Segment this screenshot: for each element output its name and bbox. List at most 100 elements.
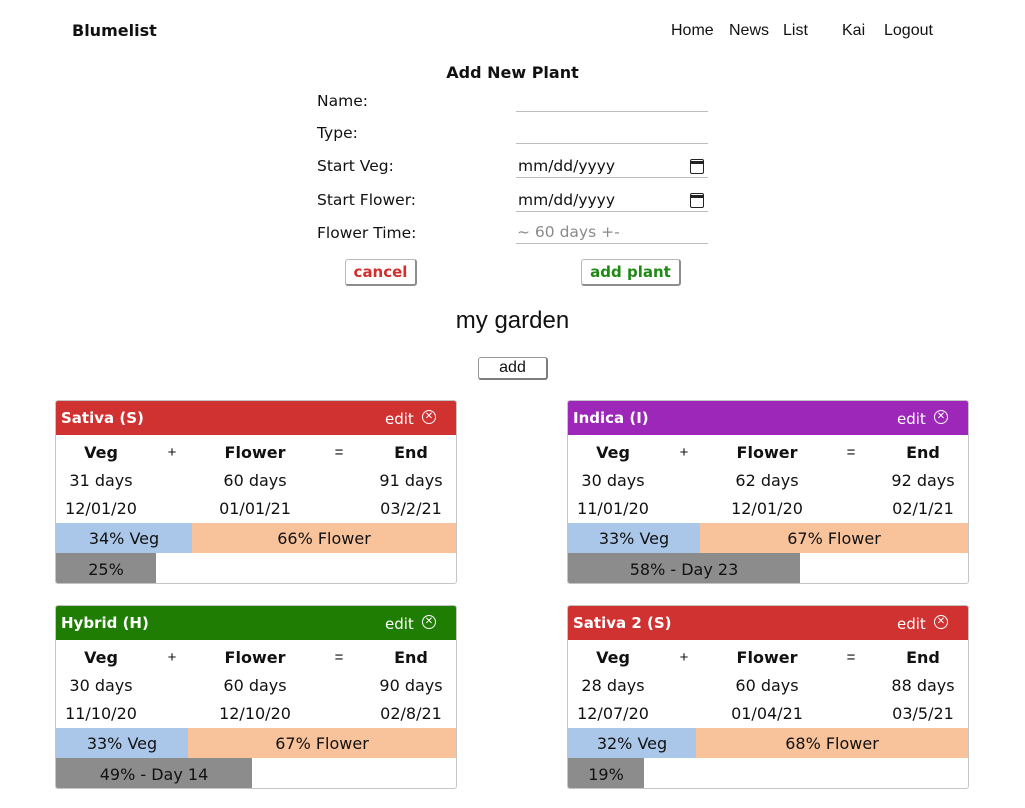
plant-name: Sativa 2 (S) <box>573 614 672 632</box>
veg-header: Veg <box>84 648 118 667</box>
end-date: 02/1/21 <box>892 499 954 518</box>
flower-percent-label: 66% Flower <box>277 529 371 548</box>
edit-link[interactable]: edit <box>385 410 414 428</box>
phase-bar: 32% Veg 68% Flower <box>568 728 968 758</box>
name-label: Name: <box>317 92 368 110</box>
close-circle-icon[interactable]: ✕ <box>422 410 436 424</box>
calendar-icon[interactable] <box>690 159 704 174</box>
plant-name: Sativa (S) <box>61 409 144 427</box>
plus-sign: + <box>679 444 689 461</box>
veg-start-date: 12/07/20 <box>577 704 649 723</box>
cancel-button[interactable]: cancel <box>345 259 417 286</box>
end-header: End <box>906 648 940 667</box>
veg-header: Veg <box>596 443 630 462</box>
flower-time-label: Flower Time: <box>317 224 417 242</box>
type-input[interactable] <box>516 122 708 144</box>
veg-percent-label: 34% Veg <box>88 529 160 548</box>
start-veg-date-value: mm/dd/yyyy <box>518 157 616 175</box>
edit-link[interactable]: edit <box>897 410 926 428</box>
progress-label: 49% - Day 14 <box>99 765 209 784</box>
progress-label: 25% <box>88 560 124 579</box>
progress-label: 19% <box>588 765 624 784</box>
plant-card: Sativa 2 (S) edit ✕ Veg + Flower = End 2… <box>567 605 969 789</box>
equals-sign: = <box>334 444 344 461</box>
nav-list-link[interactable]: List <box>783 22 808 40</box>
plus-sign: + <box>679 649 689 666</box>
start-veg-date-input[interactable]: mm/dd/yyyy <box>516 156 708 178</box>
flower-start-date: 12/01/20 <box>731 499 803 518</box>
veg-percent-label: 33% Veg <box>86 734 158 753</box>
garden-title: my garden <box>455 307 570 334</box>
plant-card-header: Hybrid (H) edit ✕ <box>56 606 456 640</box>
plus-sign: + <box>167 444 177 461</box>
edit-link[interactable]: edit <box>385 615 414 633</box>
veg-start-date: 11/10/20 <box>65 704 137 723</box>
close-circle-icon[interactable]: ✕ <box>422 615 436 629</box>
start-flower-label: Start Flower: <box>317 191 417 209</box>
veg-days: 31 days <box>69 471 133 490</box>
form-title: Add New Plant <box>446 63 579 82</box>
veg-header: Veg <box>84 443 118 462</box>
end-date: 03/5/21 <box>892 704 954 723</box>
veg-days: 30 days <box>581 471 645 490</box>
veg-percent-label: 32% Veg <box>596 734 668 753</box>
nav-user-link[interactable]: Kai <box>842 22 865 40</box>
flower-percent-label: 67% Flower <box>787 529 881 548</box>
flower-days: 60 days <box>223 676 287 695</box>
plant-card: Sativa (S) edit ✕ Veg + Flower = End 31 … <box>55 400 457 584</box>
progress-bar: 19% <box>568 758 968 788</box>
end-days: 92 days <box>891 471 955 490</box>
veg-start-date: 11/01/20 <box>577 499 649 518</box>
flower-percent-label: 67% Flower <box>275 734 369 753</box>
plant-card: Indica (I) edit ✕ Veg + Flower = End 30 … <box>567 400 969 584</box>
flower-percent-label: 68% Flower <box>785 734 879 753</box>
veg-start-date: 12/01/20 <box>65 499 137 518</box>
add-plant-button[interactable]: add plant <box>581 259 681 286</box>
flower-header: Flower <box>736 648 798 667</box>
nav-home-link[interactable]: Home <box>671 22 714 40</box>
flower-days: 60 days <box>735 676 799 695</box>
progress-bar: 25% <box>56 553 456 583</box>
close-circle-icon[interactable]: ✕ <box>934 410 948 424</box>
phase-bar: 33% Veg 67% Flower <box>56 728 456 758</box>
nav-logout-link[interactable]: Logout <box>884 22 933 40</box>
flower-days: 60 days <box>223 471 287 490</box>
plant-name: Indica (I) <box>573 409 649 427</box>
start-veg-label: Start Veg: <box>317 157 394 175</box>
equals-sign: = <box>846 649 856 666</box>
plant-card: Hybrid (H) edit ✕ Veg + Flower = End 30 … <box>55 605 457 789</box>
name-input[interactable] <box>516 90 708 112</box>
progress-label: 58% - Day 23 <box>629 560 739 579</box>
end-date: 02/8/21 <box>380 704 442 723</box>
flower-header: Flower <box>224 443 286 462</box>
flower-time-placeholder: ~ 60 days +- <box>517 223 620 241</box>
end-days: 90 days <box>379 676 443 695</box>
plant-card-header: Sativa (S) edit ✕ <box>56 401 456 435</box>
progress-bar: 49% - Day 14 <box>56 758 456 788</box>
equals-sign: = <box>846 444 856 461</box>
brand-logo[interactable]: Blumelist <box>72 21 157 40</box>
end-header: End <box>906 443 940 462</box>
calendar-icon[interactable] <box>690 193 704 208</box>
plus-sign: + <box>167 649 177 666</box>
phase-bar: 33% Veg 67% Flower <box>568 523 968 553</box>
flower-header: Flower <box>224 648 286 667</box>
flower-start-date: 12/10/20 <box>219 704 291 723</box>
type-label: Type: <box>317 124 358 142</box>
end-days: 88 days <box>891 676 955 695</box>
edit-link[interactable]: edit <box>897 615 926 633</box>
plant-name: Hybrid (H) <box>61 614 149 632</box>
start-flower-date-input[interactable]: mm/dd/yyyy <box>516 190 708 212</box>
nav-news-link[interactable]: News <box>729 22 769 40</box>
veg-header: Veg <box>596 648 630 667</box>
end-header: End <box>394 648 428 667</box>
close-circle-icon[interactable]: ✕ <box>934 615 948 629</box>
add-button[interactable]: add <box>478 357 548 380</box>
flower-time-input[interactable]: ~ 60 days +- <box>516 222 708 244</box>
end-days: 91 days <box>379 471 443 490</box>
equals-sign: = <box>334 649 344 666</box>
veg-percent-label: 33% Veg <box>598 529 670 548</box>
plant-card-header: Indica (I) edit ✕ <box>568 401 968 435</box>
flower-days: 62 days <box>735 471 799 490</box>
flower-header: Flower <box>736 443 798 462</box>
